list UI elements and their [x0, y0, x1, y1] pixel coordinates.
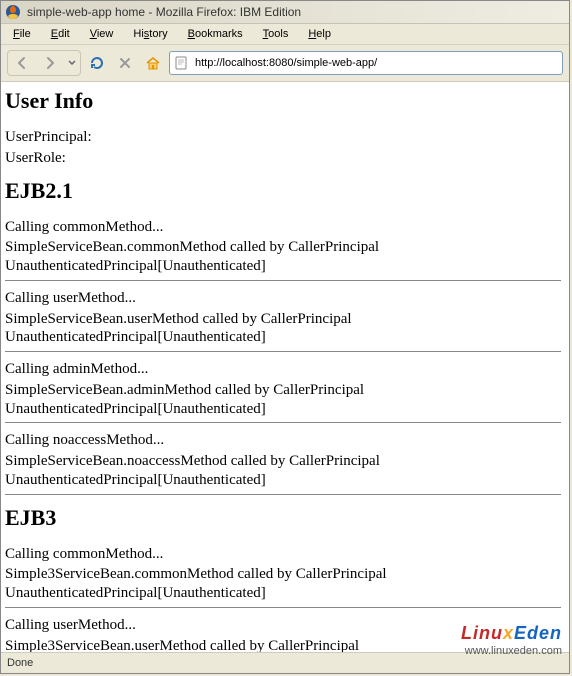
ejb21-user-call: Calling userMethod...	[5, 289, 561, 308]
ejb3-common-block: Calling commonMethod... Simple3ServiceBe…	[5, 545, 561, 603]
page-icon	[173, 55, 189, 71]
stop-icon	[118, 56, 132, 70]
heading-ejb3: EJB3	[5, 505, 561, 531]
menu-history-label: tory	[149, 28, 167, 40]
user-principal-line: UserPrincipal:	[5, 128, 561, 147]
menu-help-label: elp	[316, 28, 331, 40]
ejb3-user-result: Simple3ServiceBean.userMethod called by …	[5, 637, 561, 653]
home-button[interactable]	[141, 51, 165, 75]
window-title: simple-web-app home - Mozilla Firefox: I…	[27, 5, 301, 19]
menu-tools[interactable]: Tools	[255, 26, 297, 42]
ejb21-admin-block: Calling adminMethod... SimpleServiceBean…	[5, 360, 561, 418]
ejb21-noaccess-call: Calling noaccessMethod...	[5, 431, 561, 450]
stop-button[interactable]	[113, 51, 137, 75]
ejb21-common-call: Calling commonMethod...	[5, 218, 561, 237]
divider	[5, 422, 561, 423]
heading-ejb21: EJB2.1	[5, 178, 561, 204]
url-bar[interactable]	[169, 51, 563, 75]
home-icon	[145, 55, 161, 71]
divider	[5, 351, 561, 352]
chevron-down-icon	[68, 59, 76, 67]
menu-help[interactable]: Help	[300, 26, 339, 42]
menu-tools-label: ools	[268, 28, 288, 40]
arrow-left-icon	[14, 55, 30, 71]
navigation-toolbar	[1, 45, 569, 82]
menu-edit[interactable]: Edit	[43, 26, 78, 42]
status-text: Done	[7, 657, 33, 669]
back-button[interactable]	[8, 51, 36, 75]
ejb3-user-call: Calling userMethod...	[5, 616, 561, 635]
forward-button[interactable]	[36, 51, 64, 75]
menu-file[interactable]: File	[5, 26, 39, 42]
reload-icon	[89, 55, 105, 71]
ejb3-user-block: Calling userMethod... Simple3ServiceBean…	[5, 616, 561, 652]
ejb3-common-result: Simple3ServiceBean.commonMethod called b…	[5, 565, 561, 603]
firefox-icon	[5, 4, 21, 20]
ejb21-noaccess-result: SimpleServiceBean.noaccessMethod called …	[5, 452, 561, 490]
menu-view-label: iew	[97, 28, 114, 40]
ejb21-noaccess-block: Calling noaccessMethod... SimpleServiceB…	[5, 431, 561, 489]
page-content: User Info UserPrincipal: UserRole: EJB2.…	[1, 82, 569, 652]
menu-bookmarks[interactable]: Bookmarks	[180, 26, 251, 42]
menubar: File Edit View History Bookmarks Tools H…	[1, 24, 569, 45]
ejb21-common-result: SimpleServiceBean.commonMethod called by…	[5, 238, 561, 276]
url-input[interactable]	[193, 53, 559, 73]
ejb21-admin-call: Calling adminMethod...	[5, 360, 561, 379]
ejb21-admin-result: SimpleServiceBean.adminMethod called by …	[5, 381, 561, 419]
reload-button[interactable]	[85, 51, 109, 75]
ejb21-user-result: SimpleServiceBean.userMethod called by C…	[5, 310, 561, 348]
divider	[5, 494, 561, 495]
user-role-line: UserRole:	[5, 149, 561, 168]
ejb21-user-block: Calling userMethod... SimpleServiceBean.…	[5, 289, 561, 347]
menu-history[interactable]: History	[125, 26, 175, 42]
arrow-right-icon	[42, 55, 58, 71]
back-forward-group	[7, 50, 81, 76]
titlebar: simple-web-app home - Mozilla Firefox: I…	[1, 1, 569, 24]
heading-user-info: User Info	[5, 88, 561, 114]
menu-view[interactable]: View	[82, 26, 122, 42]
menu-edit-label: dit	[58, 28, 70, 40]
history-dropdown[interactable]	[64, 51, 80, 75]
browser-window: simple-web-app home - Mozilla Firefox: I…	[0, 0, 570, 674]
menu-file-label: ile	[20, 28, 31, 40]
divider	[5, 607, 561, 608]
ejb3-common-call: Calling commonMethod...	[5, 545, 561, 564]
ejb21-common-block: Calling commonMethod... SimpleServiceBea…	[5, 218, 561, 276]
divider	[5, 280, 561, 281]
statusbar: Done	[1, 652, 569, 673]
menu-bookmarks-label: ookmarks	[195, 28, 243, 40]
